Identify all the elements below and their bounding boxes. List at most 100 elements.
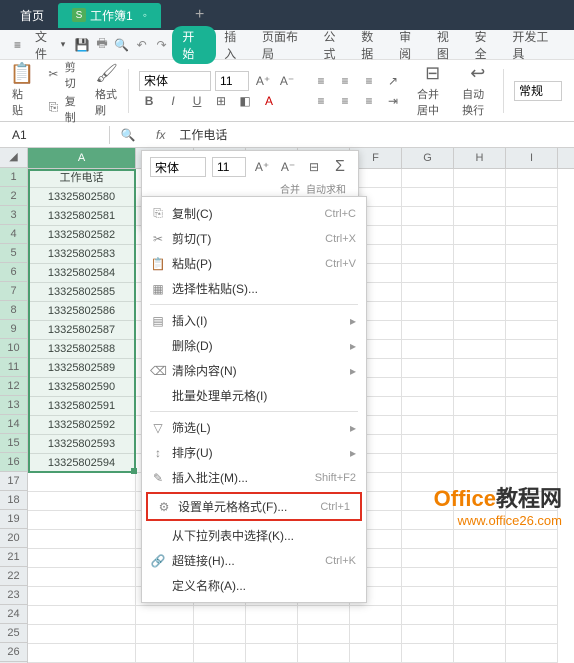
cell[interactable]: 13325802594 xyxy=(28,454,136,473)
cell[interactable] xyxy=(402,568,454,587)
context-menu-item[interactable]: ↕排序(U)▸ xyxy=(142,440,366,465)
cell[interactable] xyxy=(506,454,558,473)
cell[interactable] xyxy=(454,340,506,359)
cell[interactable] xyxy=(454,264,506,283)
cell[interactable] xyxy=(402,454,454,473)
cell[interactable] xyxy=(454,302,506,321)
cell[interactable]: 13325802581 xyxy=(28,207,136,226)
row-header[interactable]: 7 xyxy=(0,282,27,301)
number-format-select[interactable] xyxy=(514,81,562,101)
row-header[interactable]: 1 xyxy=(0,168,27,187)
cell[interactable] xyxy=(298,644,350,663)
cell[interactable] xyxy=(454,416,506,435)
cell[interactable] xyxy=(454,378,506,397)
cell[interactable] xyxy=(402,397,454,416)
context-menu-item[interactable]: 从下拉列表中选择(K)... xyxy=(142,523,366,548)
cell[interactable] xyxy=(136,644,194,663)
format-painter-icon[interactable]: 🖌 xyxy=(97,64,117,84)
cell[interactable] xyxy=(506,397,558,416)
menu-formula[interactable]: 公式 xyxy=(318,26,354,64)
cell[interactable]: 13325802586 xyxy=(28,302,136,321)
cell[interactable] xyxy=(454,549,506,568)
cell[interactable] xyxy=(454,207,506,226)
italic-button[interactable]: I xyxy=(163,91,183,111)
cell[interactable] xyxy=(506,264,558,283)
row-header[interactable]: 10 xyxy=(0,339,27,358)
cell[interactable]: 13325802590 xyxy=(28,378,136,397)
context-menu-item[interactable]: ▦选择性粘贴(S)... xyxy=(142,276,366,301)
cell[interactable] xyxy=(402,188,454,207)
cell[interactable] xyxy=(506,416,558,435)
cell[interactable]: 13325802593 xyxy=(28,435,136,454)
cell[interactable] xyxy=(246,606,298,625)
cell[interactable] xyxy=(246,625,298,644)
row-header[interactable]: 18 xyxy=(0,491,27,510)
cell[interactable] xyxy=(402,435,454,454)
cell[interactable] xyxy=(402,416,454,435)
context-menu-item[interactable]: 定义名称(A)... xyxy=(142,573,366,598)
cell[interactable] xyxy=(350,625,402,644)
cell[interactable] xyxy=(28,625,136,644)
cell[interactable] xyxy=(454,454,506,473)
cell[interactable] xyxy=(28,568,136,587)
cell[interactable] xyxy=(402,169,454,188)
cell[interactable] xyxy=(506,188,558,207)
cell[interactable] xyxy=(402,530,454,549)
cell[interactable] xyxy=(194,606,246,625)
cell[interactable] xyxy=(402,283,454,302)
orientation-icon[interactable]: ↗ xyxy=(383,71,403,91)
cell[interactable]: 13325802583 xyxy=(28,245,136,264)
increase-font-icon[interactable]: A⁺ xyxy=(253,71,273,91)
row-header[interactable]: 13 xyxy=(0,396,27,415)
cell[interactable]: 13325802589 xyxy=(28,359,136,378)
cell[interactable] xyxy=(194,625,246,644)
context-menu-item[interactable]: ▤插入(I)▸ xyxy=(142,308,366,333)
cell[interactable]: 工作电话 xyxy=(28,169,136,188)
tab-home[interactable]: 首页 xyxy=(6,3,58,28)
cell[interactable] xyxy=(454,568,506,587)
row-header[interactable]: 21 xyxy=(0,548,27,567)
row-header[interactable]: 26 xyxy=(0,643,27,662)
cell[interactable] xyxy=(454,644,506,663)
cell[interactable] xyxy=(28,530,136,549)
merge-icon[interactable]: ⊟ xyxy=(423,64,443,84)
cell[interactable] xyxy=(506,283,558,302)
row-header[interactable]: 22 xyxy=(0,567,27,586)
align-bottom-icon[interactable]: ≡ xyxy=(359,71,379,91)
menu-start[interactable]: 开始 xyxy=(172,26,216,64)
row-header[interactable]: 8 xyxy=(0,301,27,320)
align-top-icon[interactable]: ≡ xyxy=(311,71,331,91)
align-center-icon[interactable]: ≡ xyxy=(335,91,355,111)
undo-icon[interactable]: ↶ xyxy=(133,36,151,54)
row-header[interactable]: 19 xyxy=(0,510,27,529)
row-header[interactable]: 11 xyxy=(0,358,27,377)
row-header[interactable]: 14 xyxy=(0,415,27,434)
fx-icon[interactable]: fx xyxy=(146,128,175,142)
cell[interactable] xyxy=(506,226,558,245)
cell[interactable] xyxy=(402,359,454,378)
context-menu-item[interactable]: ⚙设置单元格格式(F)...Ctrl+1 xyxy=(148,494,360,519)
col-header-H[interactable]: H xyxy=(454,148,506,168)
cell[interactable] xyxy=(454,530,506,549)
context-menu-item[interactable]: ⎘复制(C)Ctrl+C xyxy=(142,201,366,226)
formula-value[interactable]: 工作电话 xyxy=(175,124,231,145)
context-menu-item[interactable]: ✂剪切(T)Ctrl+X xyxy=(142,226,366,251)
tab-workbook[interactable]: S 工作簿1 ◦ xyxy=(58,3,161,28)
col-header-I[interactable]: I xyxy=(506,148,558,168)
cell[interactable] xyxy=(402,644,454,663)
cell[interactable] xyxy=(350,644,402,663)
mini-increase-font-icon[interactable]: A⁺ xyxy=(252,157,272,177)
cell[interactable] xyxy=(506,378,558,397)
cell[interactable] xyxy=(506,530,558,549)
cell[interactable] xyxy=(454,397,506,416)
cell[interactable] xyxy=(506,625,558,644)
col-header-A[interactable]: A xyxy=(28,148,136,168)
cell[interactable] xyxy=(28,587,136,606)
mini-decrease-font-icon[interactable]: A⁻ xyxy=(278,157,298,177)
cell[interactable] xyxy=(402,587,454,606)
cell[interactable] xyxy=(454,435,506,454)
cell[interactable] xyxy=(28,606,136,625)
cell[interactable] xyxy=(454,359,506,378)
cell[interactable] xyxy=(28,549,136,568)
row-header[interactable]: 9 xyxy=(0,320,27,339)
